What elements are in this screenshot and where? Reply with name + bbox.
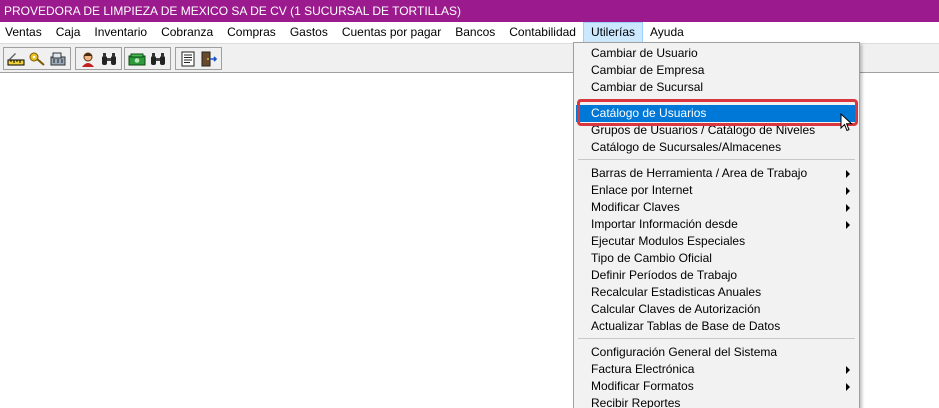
cash-icon	[128, 53, 146, 65]
toolbar-group-2	[75, 47, 122, 70]
toolbar-group-3	[124, 47, 171, 70]
submenu-arrow-icon	[846, 204, 850, 212]
menu-ayuda[interactable]: Ayuda	[643, 22, 691, 43]
person-icon	[82, 52, 94, 67]
mouse-pointer-icon	[840, 113, 853, 132]
key-button[interactable]	[27, 49, 47, 69]
menu-item-factura-electronica[interactable]: Factura Electrónica	[576, 361, 857, 378]
menu-item-cambiar-empresa[interactable]: Cambiar de Empresa	[576, 62, 857, 79]
menu-gastos[interactable]: Gastos	[283, 22, 335, 43]
menu-separator	[578, 99, 855, 100]
menu-item-configuracion-general[interactable]: Configuración General del Sistema	[576, 344, 857, 361]
ruler-button[interactable]	[6, 49, 26, 69]
menu-item-calcular-claves[interactable]: Calcular Claves de Autorización	[576, 301, 857, 318]
exit-door-icon	[201, 51, 218, 66]
binoculars-button-2[interactable]	[148, 49, 168, 69]
menu-caja[interactable]: Caja	[49, 22, 88, 43]
binoculars-icon	[151, 52, 165, 65]
submenu-arrow-icon	[846, 221, 850, 229]
menu-cobranza[interactable]: Cobranza	[154, 22, 220, 43]
menu-cuentas-por-pagar[interactable]: Cuentas por pagar	[335, 22, 448, 43]
window-title: PROVEDORA DE LIMPIEZA DE MEXICO SA DE CV…	[4, 4, 462, 18]
document-icon	[181, 51, 195, 66]
submenu-arrow-icon	[846, 170, 850, 178]
menu-item-modificar-claves[interactable]: Modificar Claves	[576, 199, 857, 216]
exit-button[interactable]	[199, 49, 219, 69]
register-icon	[50, 52, 66, 65]
submenu-arrow-icon	[846, 366, 850, 374]
cash-button[interactable]	[127, 49, 147, 69]
menu-ventas[interactable]: Ventas	[0, 22, 49, 43]
menu-item-importar-informacion[interactable]: Importar Información desde	[576, 216, 857, 233]
menu-item-barras-herramienta[interactable]: Barras de Herramienta / Area de Trabajo	[576, 165, 857, 182]
menu-item-enlace-internet[interactable]: Enlace por Internet	[576, 182, 857, 199]
menu-contabilidad[interactable]: Contabilidad	[502, 22, 583, 43]
register-button[interactable]	[48, 49, 68, 69]
menu-item-ejecutar-modulos[interactable]: Ejecutar Modulos Especiales	[576, 233, 857, 250]
menu-item-actualizar-tablas[interactable]: Actualizar Tablas de Base de Datos	[576, 318, 857, 335]
menu-item-cambiar-usuario[interactable]: Cambiar de Usuario	[576, 45, 857, 62]
menu-separator	[578, 338, 855, 339]
menu-utilerias[interactable]: Utilerías	[582, 22, 643, 43]
person-button[interactable]	[78, 49, 98, 69]
menu-item-recalcular-estadisticas[interactable]: Recalcular Estadisticas Anuales	[576, 284, 857, 301]
menu-item-cambiar-sucursal[interactable]: Cambiar de Sucursal	[576, 79, 857, 96]
menu-item-grupos-usuarios[interactable]: Grupos de Usuarios / Catálogo de Niveles	[576, 122, 857, 139]
menu-inventario[interactable]: Inventario	[87, 22, 154, 43]
menu-separator	[578, 159, 855, 160]
menu-item-catalogo-sucursales[interactable]: Catálogo de Sucursales/Almacenes	[576, 139, 857, 156]
menu-item-recibir-reportes[interactable]: Recibir Reportes	[576, 395, 857, 408]
menu-item-catalogo-usuarios[interactable]: Catálogo de Usuarios	[576, 105, 857, 122]
app-window: PROVEDORA DE LIMPIEZA DE MEXICO SA DE CV…	[0, 0, 939, 408]
title-bar: PROVEDORA DE LIMPIEZA DE MEXICO SA DE CV…	[0, 0, 939, 22]
ruler-icon	[7, 52, 25, 65]
toolbar-group-4	[175, 47, 222, 70]
menu-item-tipo-cambio[interactable]: Tipo de Cambio Oficial	[576, 250, 857, 267]
key-icon	[29, 52, 45, 66]
document-button[interactable]	[178, 49, 198, 69]
toolbar-group-1	[3, 47, 71, 70]
menu-item-definir-periodos[interactable]: Definir Períodos de Trabajo	[576, 267, 857, 284]
binoculars-button[interactable]	[99, 49, 119, 69]
submenu-arrow-icon	[846, 187, 850, 195]
binoculars-icon	[102, 52, 116, 65]
menu-bancos[interactable]: Bancos	[448, 22, 502, 43]
submenu-arrow-icon	[846, 383, 850, 391]
menu-compras[interactable]: Compras	[220, 22, 283, 43]
menu-bar: Ventas Caja Inventario Cobranza Compras …	[0, 22, 939, 43]
menu-item-modificar-formatos[interactable]: Modificar Formatos	[576, 378, 857, 395]
utilerias-dropdown-menu: Cambiar de Usuario Cambiar de Empresa Ca…	[573, 42, 860, 408]
